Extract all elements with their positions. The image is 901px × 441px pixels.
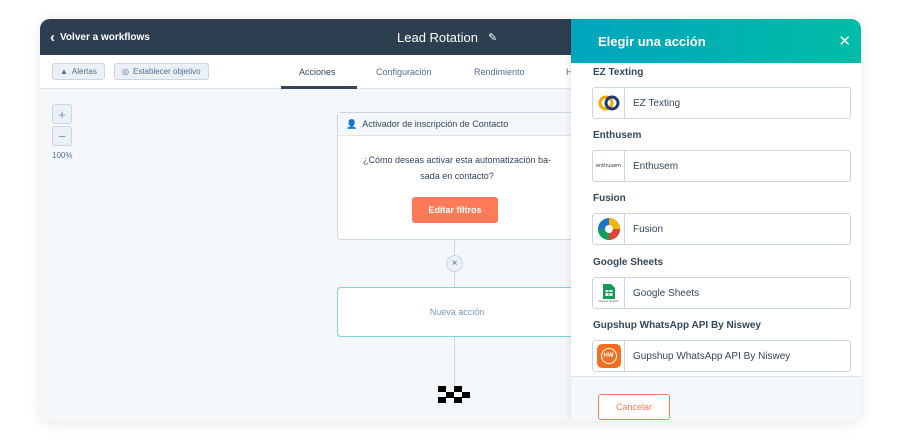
section-heading: Gupshup WhatsApp API By Niswey xyxy=(593,320,761,331)
warning-icon: ▲ xyxy=(60,67,68,76)
alerts-label: Alertas xyxy=(71,67,97,76)
ez-texting-logo-icon xyxy=(593,88,625,118)
pencil-icon[interactable]: ✎ xyxy=(488,31,497,44)
tab-rendimiento[interactable]: Rendimiento xyxy=(474,55,525,89)
section-heading: Enthusem xyxy=(593,130,642,141)
tab-configuracion[interactable]: Configuración xyxy=(376,55,432,89)
google-sheets-logo-text: Google Sheets xyxy=(598,298,619,303)
trigger-card-header: 👤 Activador de inscripción de Contacto xyxy=(338,113,576,136)
panel-header: Elegir una acción ✕ xyxy=(571,19,861,63)
tab-acciones[interactable]: Acciones xyxy=(299,55,336,89)
section-heading: EZ Texting xyxy=(593,67,644,78)
remove-step-icon[interactable]: × xyxy=(446,255,463,272)
user-icon: 👤 xyxy=(346,118,358,129)
chevron-left-icon: ‹ xyxy=(50,28,55,46)
workflow-title-text: Lead Rotation xyxy=(397,29,478,45)
app-option-google-sheets[interactable]: Google Sheets Google Sheets xyxy=(592,277,851,309)
question-line-1: ¿Cómo deseas activar esta automatización… xyxy=(362,155,552,165)
workflow-editor: ‹ Volver a workflows Lead Rotation ✎ ▲ A… xyxy=(40,19,861,421)
cancel-button[interactable]: Cancelar xyxy=(598,394,670,420)
connector-line xyxy=(454,337,455,385)
panel-footer: Cancelar xyxy=(571,376,861,421)
trigger-card-title: Activador de inscripción de Contacto xyxy=(362,119,509,129)
question-line-2: sada en contacto? xyxy=(420,171,494,181)
connector-line xyxy=(454,272,455,287)
app-name: Gupshup WhatsApp API By Niswey xyxy=(633,350,791,362)
choose-action-panel: Elegir una acción ✕ EZ Texting EZ Textin… xyxy=(571,19,861,421)
app-name: Enthusem xyxy=(633,160,679,172)
back-label: Volver a workflows xyxy=(60,31,150,43)
target-icon: ◎ xyxy=(122,67,129,76)
enrollment-trigger-card[interactable]: 👤 Activador de inscripción de Contacto ¿… xyxy=(337,112,577,240)
set-goal-label: Establecer objetivo xyxy=(132,67,201,76)
zoom-in-button[interactable]: + xyxy=(52,104,72,124)
connector-line xyxy=(454,240,455,255)
zoom-level: 100% xyxy=(52,151,73,160)
alerts-button[interactable]: ▲ Alertas xyxy=(52,63,105,80)
fusion-logo-icon xyxy=(593,214,625,244)
app-option-enthusem[interactable]: enthusem Enthusem xyxy=(592,150,851,182)
gupshup-logo-text: HW xyxy=(600,348,617,364)
new-action-placeholder[interactable]: Nueva acción xyxy=(337,287,577,337)
app-name: Google Sheets xyxy=(633,287,700,299)
trigger-card-question: ¿Cómo deseas activar esta automatización… xyxy=(338,136,576,184)
panel-title: Elegir una acción xyxy=(598,33,706,49)
end-flag-icon xyxy=(438,386,471,403)
gupshup-logo-icon: HW xyxy=(593,341,625,371)
app-name: Fusion xyxy=(633,223,664,235)
workflow-title[interactable]: Lead Rotation ✎ xyxy=(397,19,497,55)
app-option-gupshup[interactable]: HW Gupshup WhatsApp API By Niswey xyxy=(592,340,851,372)
edit-filters-button[interactable]: Editar filtros xyxy=(412,197,498,223)
app-name: EZ Texting xyxy=(633,97,681,109)
set-goal-button[interactable]: ◎ Establecer objetivo xyxy=(114,63,209,80)
section-heading: Fusion xyxy=(593,193,626,204)
enthusem-logo-text: enthusem xyxy=(595,163,622,169)
close-icon[interactable]: ✕ xyxy=(838,19,851,63)
back-to-workflows-link[interactable]: ‹ Volver a workflows xyxy=(50,19,150,55)
workflow-canvas[interactable]: + − 100% 👤 Activador de inscripción de C… xyxy=(40,89,577,421)
zoom-out-button[interactable]: − xyxy=(52,126,72,146)
app-option-fusion[interactable]: Fusion xyxy=(592,213,851,245)
app-option-ez-texting[interactable]: EZ Texting xyxy=(592,87,851,119)
google-sheets-logo-icon: Google Sheets xyxy=(593,278,625,308)
section-heading: Google Sheets xyxy=(593,257,664,268)
enthusem-logo-icon: enthusem xyxy=(593,151,625,181)
